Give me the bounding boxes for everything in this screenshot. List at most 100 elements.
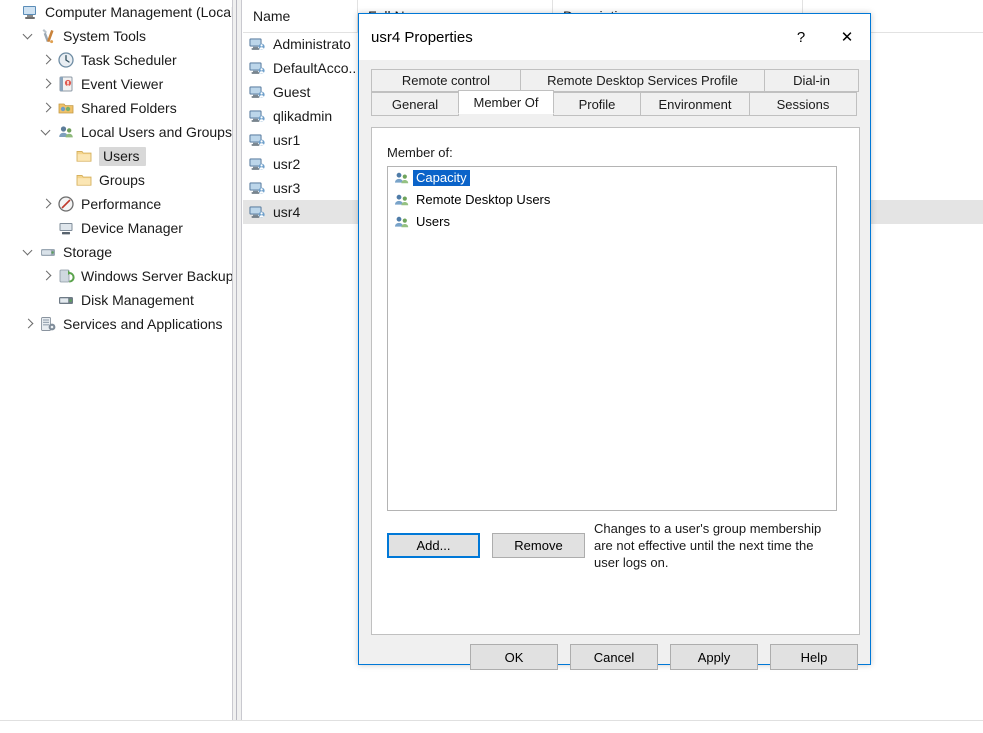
computer-management-icon xyxy=(20,3,40,21)
tree-item-label: System Tools xyxy=(63,28,146,44)
tab-member-of[interactable]: Member Of xyxy=(458,90,554,114)
console-tree-pane[interactable]: Computer Management (Local System Tools Ta… xyxy=(0,0,233,721)
tree-item-disk-management[interactable]: Disk Management xyxy=(0,288,232,312)
tab-environment[interactable]: Environment xyxy=(640,92,750,116)
tab-remote-desktop-services-profile[interactable]: Remote Desktop Services Profile xyxy=(520,69,765,92)
tree-item-users[interactable]: Users xyxy=(0,144,232,168)
chevron-right-icon[interactable] xyxy=(38,79,56,89)
task-scheduler-icon xyxy=(56,51,76,69)
user-name-cell: usr1 xyxy=(273,132,301,148)
tab-row-lower[interactable]: General Member Of Profile Environment Sessio… xyxy=(371,90,860,116)
shared-folders-icon xyxy=(56,99,76,117)
user-icon xyxy=(247,179,267,197)
folder-icon xyxy=(74,171,94,189)
membership-help-text: Changes to a user's group membership are… xyxy=(594,521,822,570)
tab-row-upper[interactable]: Remote control Remote Desktop Services Pr… xyxy=(371,69,860,92)
group-icon xyxy=(393,191,411,209)
tree-item-event-viewer[interactable]: Event Viewer xyxy=(0,72,232,96)
dialog-title-bar[interactable]: usr4 Properties ? ✕ xyxy=(359,14,870,60)
user-name-cell: Guest xyxy=(273,84,311,100)
chevron-right-icon[interactable] xyxy=(38,271,56,281)
storage-icon xyxy=(38,243,58,261)
user-name-cell: DefaultAcco.. xyxy=(273,60,357,76)
system-tools-icon xyxy=(38,27,58,45)
tree-item-services-and-applications[interactable]: Services and Applications xyxy=(0,312,232,336)
tree-item-label: Disk Management xyxy=(81,292,194,308)
help-question-icon[interactable]: ? xyxy=(778,15,824,60)
disk-management-icon xyxy=(56,291,76,309)
device-manager-icon xyxy=(56,219,76,237)
tree-item-label: Users xyxy=(99,146,146,166)
local-users-groups-icon xyxy=(56,123,76,141)
tab-general[interactable]: General xyxy=(371,92,459,116)
user-icon xyxy=(247,131,267,149)
cancel-button[interactable]: Cancel xyxy=(570,644,658,670)
list-item[interactable]: Users xyxy=(388,211,836,233)
chevron-down-icon[interactable] xyxy=(20,247,38,257)
chevron-right-icon[interactable] xyxy=(38,199,56,209)
apply-button[interactable]: Apply xyxy=(670,644,758,670)
performance-icon xyxy=(56,195,76,213)
remove-button[interactable]: Remove xyxy=(492,533,585,558)
column-header-name[interactable]: Name xyxy=(243,0,358,32)
tree-item-label: Groups xyxy=(99,172,145,188)
tree-item-shared-folders[interactable]: Shared Folders xyxy=(0,96,232,120)
help-button[interactable]: Help xyxy=(770,644,858,670)
tree-item-groups[interactable]: Groups xyxy=(0,168,232,192)
user-name-cell: usr2 xyxy=(273,156,301,172)
user-icon xyxy=(247,35,267,53)
tab-sessions[interactable]: Sessions xyxy=(749,92,857,116)
member-of-label: Member of: xyxy=(387,145,453,160)
add-button[interactable]: Add... xyxy=(387,533,480,558)
user-icon xyxy=(247,203,267,221)
dialog-tab-strip[interactable]: Remote control Remote Desktop Services Pr… xyxy=(371,69,860,129)
user-name-cell: usr3 xyxy=(273,180,301,196)
tab-dial-in[interactable]: Dial-in xyxy=(764,69,859,92)
close-icon[interactable]: ✕ xyxy=(824,15,870,60)
list-item[interactable]: Remote Desktop Users xyxy=(388,189,836,211)
tree-item-label: Storage xyxy=(63,244,113,260)
tree-item-windows-server-backup[interactable]: Windows Server Backup xyxy=(0,264,232,288)
usr4-properties-dialog: usr4 Properties ? ✕ Remote control Remote… xyxy=(358,13,871,670)
dialog-title: usr4 Properties xyxy=(371,28,473,46)
chevron-down-icon[interactable] xyxy=(20,31,38,41)
group-icon xyxy=(393,169,411,187)
tree-item-task-scheduler[interactable]: Task Scheduler xyxy=(0,48,232,72)
ok-button[interactable]: OK xyxy=(470,644,558,670)
pane-splitter[interactable] xyxy=(232,0,242,733)
user-name-cell: Administrato xyxy=(273,36,351,52)
group-name-label: Remote Desktop Users xyxy=(416,192,551,207)
chevron-down-icon[interactable] xyxy=(38,127,56,137)
chevron-right-icon[interactable] xyxy=(38,103,56,113)
user-icon xyxy=(247,107,267,125)
list-item[interactable]: Capacity xyxy=(388,167,836,189)
user-icon xyxy=(247,83,267,101)
server-backup-icon xyxy=(56,267,76,285)
tree-item-label: Computer Management (Local xyxy=(45,4,233,20)
group-name-label: Users xyxy=(416,214,450,229)
tab-profile[interactable]: Profile xyxy=(553,92,641,116)
group-membership-list[interactable]: Capacity Remote Desktop Users Users xyxy=(387,166,837,511)
chevron-right-icon[interactable] xyxy=(20,319,38,329)
tree-item-performance[interactable]: Performance xyxy=(0,192,232,216)
tree-item-storage[interactable]: Storage xyxy=(0,240,232,264)
tree-item-label: Event Viewer xyxy=(81,76,164,92)
tree-item-computer-management-local[interactable]: Computer Management (Local xyxy=(0,0,232,24)
user-icon xyxy=(247,155,267,173)
chevron-right-icon[interactable] xyxy=(38,55,56,65)
dialog-button-row[interactable]: OK Cancel Apply Help xyxy=(359,644,870,670)
tree-item-device-manager[interactable]: Device Manager xyxy=(0,216,232,240)
member-of-tab-panel: Member of: Capacity Remote Desktop Users U… xyxy=(371,127,860,635)
user-name-cell: qlikadmin xyxy=(273,108,333,124)
tab-remote-control[interactable]: Remote control xyxy=(371,69,521,92)
tree-item-label: Local Users and Groups xyxy=(81,124,232,140)
status-strip xyxy=(0,720,983,733)
tree-item-label: Services and Applications xyxy=(63,316,223,332)
folder-icon xyxy=(74,147,94,165)
tree-item-label: Windows Server Backup xyxy=(81,268,233,284)
tree-item-local-users-and-groups[interactable]: Local Users and Groups xyxy=(0,120,232,144)
group-icon xyxy=(393,213,411,231)
tree-item-system-tools[interactable]: System Tools xyxy=(0,24,232,48)
tree-item-label: Device Manager xyxy=(81,220,183,236)
services-apps-icon xyxy=(38,315,58,333)
